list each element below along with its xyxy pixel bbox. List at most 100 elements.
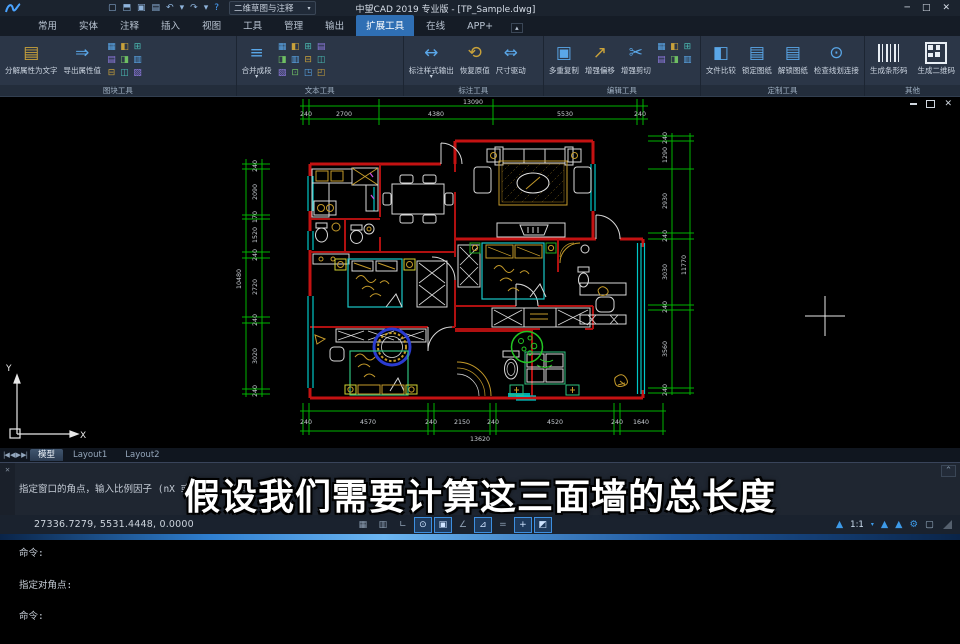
group-label-dim-tools: 标注工具 [404, 85, 543, 96]
help-icon[interactable]: ? [214, 3, 219, 13]
doc-restore-icon[interactable] [926, 100, 935, 108]
redo-icon[interactable]: ↷ [190, 3, 198, 13]
lock-drawing-button[interactable]: ▤ 锁定图纸 [740, 39, 774, 76]
export-attribute-values-icon: ⇒ [75, 40, 89, 66]
small-tool-icon[interactable]: ◧ [289, 41, 302, 54]
undo-icon[interactable]: ↶ [166, 3, 174, 13]
tab-output[interactable]: 输出 [315, 15, 354, 36]
doc-minimize-icon[interactable] [910, 103, 917, 105]
small-tool-icon[interactable]: ◫ [315, 54, 328, 67]
small-tool-icon[interactable]: ▦ [105, 41, 118, 54]
dimstyle-export-button[interactable]: ↔ 标注样式输出 ▾ [407, 39, 456, 80]
gear-icon[interactable]: ⚙ [909, 519, 918, 530]
small-tool-icon[interactable]: ◫ [118, 67, 131, 80]
dim-drive-button[interactable]: ⇔ 尺寸驱动 [494, 39, 528, 76]
new-file-icon[interactable]: ▢ [108, 3, 117, 13]
dim-label: 240 [425, 419, 437, 426]
annotation-visibility-icon[interactable]: ▲ [881, 519, 888, 530]
chevron-down-icon[interactable]: ▾ [871, 521, 874, 528]
enhanced-trim-icon: ✂ [629, 40, 643, 66]
small-tool-icon[interactable]: ⊞ [302, 41, 315, 54]
plot-icon[interactable]: ▤ [152, 3, 161, 13]
merge-paragraph-button[interactable]: ≡ 合并成段 ▾ [240, 39, 274, 80]
small-tool-icon[interactable]: ◧ [668, 41, 681, 54]
small-tool-icon[interactable]: ⊟ [302, 54, 315, 67]
save-file-icon[interactable]: ▣ [137, 3, 146, 13]
small-tool-icon[interactable]: ▤ [105, 54, 118, 67]
living-room-furniture [474, 147, 591, 237]
enhanced-trim-button[interactable]: ✂ 增强剪切 [619, 39, 653, 76]
small-tool-icon[interactable]: ▦ [655, 41, 668, 54]
layout-nav-icons[interactable]: |◀ ◀ ▶ ▶| [3, 451, 27, 459]
ribbon-group-block-tools: ▤ 分解属性为文字 ⇒ 导出属性值 ▦◧⊞▤◨▥⊟◫▧ 图块工具 [0, 36, 237, 96]
resize-grip[interactable] [943, 520, 952, 529]
small-tool-icon[interactable]: ▥ [289, 54, 302, 67]
tab-online[interactable]: 在线 [416, 15, 455, 36]
doc-close-icon[interactable]: ✕ [944, 100, 952, 108]
small-tool-icon[interactable]: ◳ [302, 67, 315, 80]
dim-total-label: 13620 [470, 436, 490, 443]
tab-annotate[interactable]: 注释 [110, 15, 149, 36]
open-file-icon[interactable]: ⬒ [123, 3, 132, 13]
tab-app-plus[interactable]: APP+ [457, 18, 503, 36]
generate-barcode-button[interactable]: 生成条形码 [868, 39, 910, 76]
check-line-connection-icon: ⊙ [829, 40, 843, 66]
explode-attributes-button[interactable]: ▤ 分解属性为文字 [3, 39, 60, 76]
enhanced-offset-button[interactable]: ↗ 增强偏移 [583, 39, 617, 76]
tab-solid[interactable]: 实体 [69, 15, 108, 36]
tab-view[interactable]: 视图 [192, 15, 231, 36]
tab-tools[interactable]: 工具 [233, 15, 272, 36]
check-line-connection-button[interactable]: ⊙ 检查线划连接 [812, 39, 861, 76]
zwcad-logo-icon [4, 1, 22, 15]
drawing-canvas[interactable]: ✕ 240 2700 4380 5530 240 13090 24 [0, 96, 960, 449]
export-attribute-values-button[interactable]: ⇒ 导出属性值 [62, 39, 104, 76]
tab-express-tools[interactable]: 扩展工具 [356, 15, 414, 36]
command-prompt[interactable]: 命令: [19, 612, 940, 623]
workspace-dropdown[interactable]: 二维草图与注释 ▾ [229, 1, 316, 15]
dim-label: 4520 [547, 419, 563, 426]
small-tool-icon[interactable]: ⊞ [131, 41, 144, 54]
dim-label: 240 [300, 111, 312, 118]
small-tool-icon[interactable]: ⊞ [681, 41, 694, 54]
small-tool-icon[interactable]: ◧ [118, 41, 131, 54]
clean-screen-icon[interactable]: ▢ [925, 519, 934, 530]
minimize-button[interactable]: ─ [905, 4, 910, 13]
redo-caret-icon[interactable]: ▾ [204, 3, 209, 13]
annotation-scale-icon[interactable]: ▲ [836, 519, 843, 530]
small-tool-icon[interactable]: ▦ [276, 41, 289, 54]
tab-insert[interactable]: 插入 [151, 15, 190, 36]
small-tool-icon[interactable]: ▧ [131, 67, 144, 80]
crosshair-cursor [805, 296, 845, 336]
small-tool-icon[interactable]: ◨ [276, 54, 289, 67]
study-furniture [580, 283, 626, 324]
tab-home[interactable]: 常用 [28, 15, 67, 36]
enhanced-offset-icon: ↗ [593, 40, 607, 66]
unlock-drawing-button[interactable]: ▤ 解锁图纸 [776, 39, 810, 76]
generate-qrcode-button[interactable]: 生成二维码 [916, 39, 958, 76]
small-tool-icon[interactable]: ▤ [655, 54, 668, 67]
small-tool-icon[interactable]: ▥ [131, 54, 144, 67]
multiple-copy-button[interactable]: ▣ 多重复制 [547, 39, 581, 76]
tab-layout1[interactable]: Layout1 [65, 449, 115, 461]
annotation-autoscale-icon[interactable]: ▲ [895, 519, 902, 530]
small-tool-icon[interactable]: ◨ [118, 54, 131, 67]
small-tool-icon[interactable]: ◨ [668, 54, 681, 67]
tab-manage[interactable]: 管理 [274, 15, 313, 36]
ucs-icon: Y X [5, 364, 86, 441]
file-compare-button[interactable]: ◧ 文件比较 [704, 39, 738, 76]
small-tool-icon[interactable]: ▤ [315, 41, 328, 54]
small-tool-icon[interactable]: ⊡ [289, 67, 302, 80]
close-button[interactable]: ✕ [942, 4, 950, 13]
undo-caret-icon[interactable]: ▾ [180, 3, 185, 13]
dim-label: 240 [662, 384, 669, 396]
small-tool-icon[interactable]: ▥ [681, 54, 694, 67]
small-tool-icon[interactable]: ⊟ [105, 67, 118, 80]
annotation-scale-label[interactable]: 1:1 [850, 520, 864, 530]
small-tool-icon[interactable]: ◰ [315, 67, 328, 80]
ribbon-collapse-icon[interactable]: ▴ [511, 23, 523, 33]
small-tool-icon[interactable]: ▧ [276, 67, 289, 80]
restore-dim-value-button[interactable]: ⟲ 恢复原值 [458, 39, 492, 76]
tab-layout2[interactable]: Layout2 [117, 449, 167, 461]
tab-model[interactable]: 模型 [30, 449, 63, 461]
maximize-button[interactable]: □ [922, 4, 931, 13]
